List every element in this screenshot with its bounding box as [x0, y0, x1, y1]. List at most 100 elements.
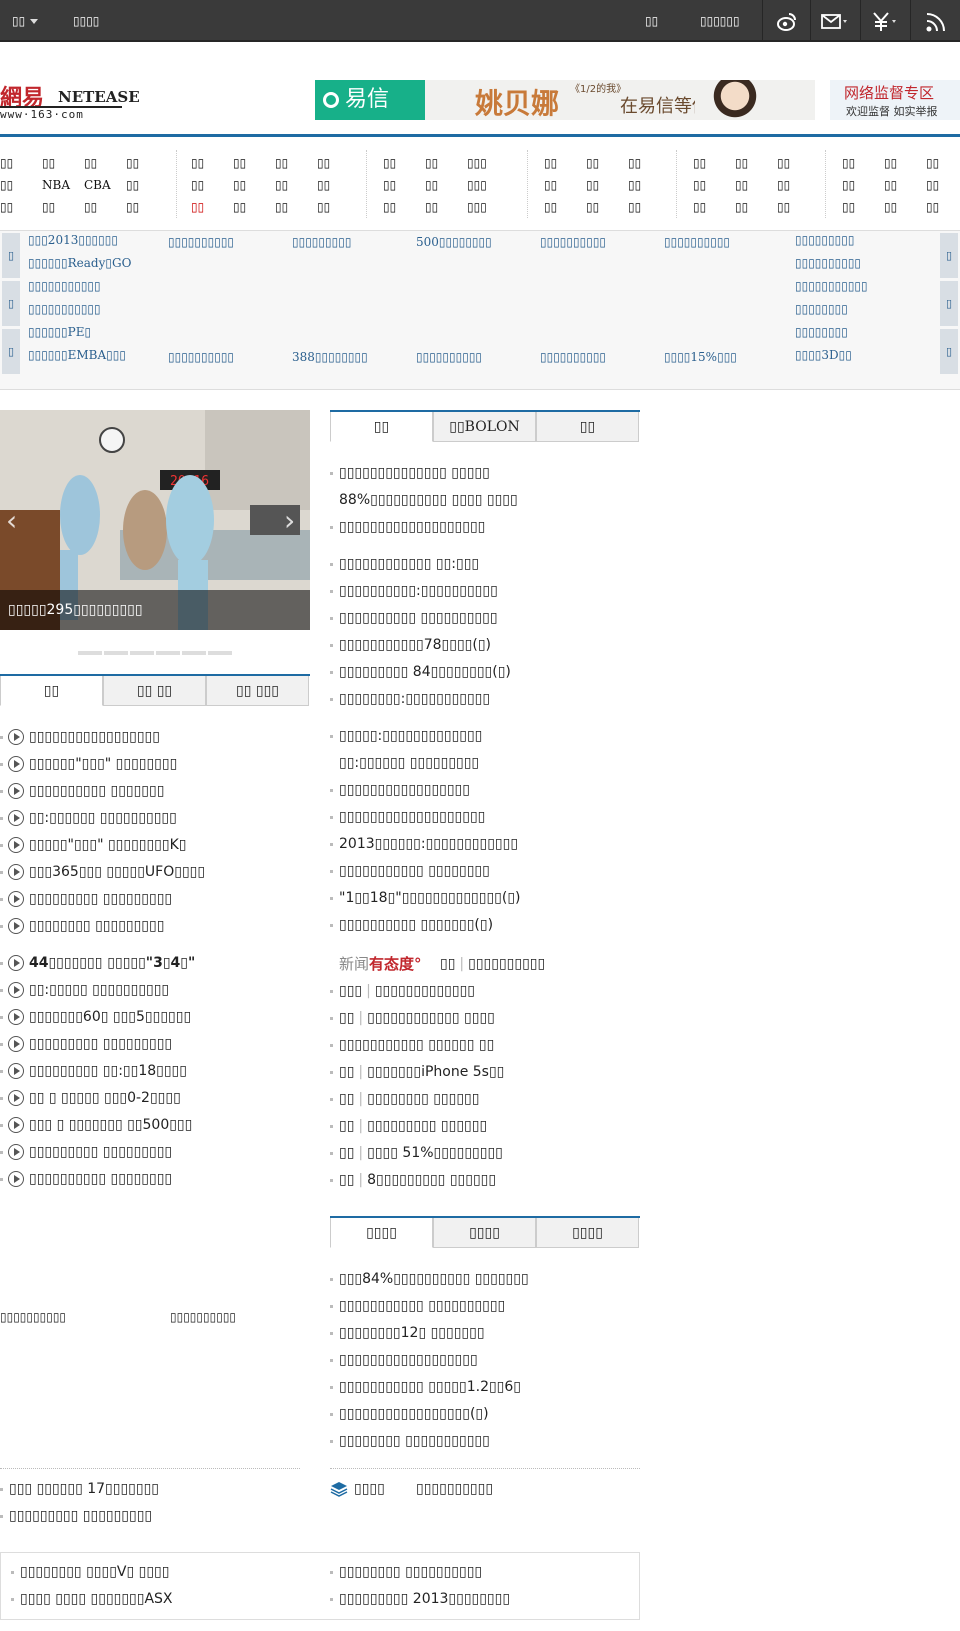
nav-link[interactable]: ▯▯	[383, 196, 425, 218]
promo-link[interactable]: 500▯▯▯▯▯▯▯▯	[416, 235, 492, 249]
promo-link[interactable]: ▯▯▯▯▯▯EMBA▯▯▯	[28, 348, 126, 362]
promo-tab[interactable]: ▯	[2, 233, 20, 278]
mail-icon[interactable]	[810, 0, 860, 42]
nav-link[interactable]: ▯▯	[628, 174, 670, 196]
promo-link[interactable]: ▯▯▯▯▯▯▯▯▯▯▯	[28, 279, 101, 293]
nav-link[interactable]: ▯▯	[84, 152, 126, 174]
list-item[interactable]: ▯▯▯▯▯▯▯▯▯ ▯▯▯▯▯▯▯▯▯	[0, 1503, 310, 1530]
list-item[interactable]: ▯▯ ▯ ▯▯▯▯▯ ▯▯▯0-2▯▯▯▯	[0, 1085, 310, 1112]
list-item[interactable]: ▯▯ | ▯▯▯▯▯▯▯iPhone 5s▯▯	[330, 1059, 640, 1086]
nav-link[interactable]: ▯▯▯	[467, 152, 509, 174]
list-item[interactable]: ▯▯▯▯▯▯▯▯▯▯▯▯▯▯▯▯▯(▯)	[330, 1401, 640, 1428]
nav-link[interactable]: ▯▯	[383, 174, 425, 196]
nav-link[interactable]: ▯▯	[735, 196, 777, 218]
netease-logo[interactable]: 網易 NETEASE www·163·com	[0, 80, 140, 124]
nav-link[interactable]: NBA	[42, 174, 84, 196]
nav-link[interactable]: ▯▯	[544, 196, 586, 218]
list-item[interactable]: ▯▯▯▯▯▯▯▯▯▯▯78▯▯▯▯(▯)	[330, 632, 640, 659]
nav-link[interactable]: ▯▯	[275, 152, 317, 174]
list-item[interactable]: ▯▯ | ▯▯▯▯▯▯▯▯▯ ▯▯▯▯▯▯	[330, 1113, 640, 1140]
list-item[interactable]: ▯▯▯▯▯▯▯▯▯▯:▯▯▯▯▯▯▯▯▯▯	[330, 578, 640, 605]
nav-link[interactable]: ▯▯	[233, 174, 275, 196]
nav-link[interactable]: ▯▯	[777, 152, 819, 174]
list-item[interactable]: ▯▯▯▯▯▯▯▯▯▯ ▯▯▯▯▯▯▯	[0, 778, 310, 805]
list-item[interactable]: ▯▯▯▯▯▯"▯▯▯" ▯▯▯▯▯▯▯▯	[0, 751, 310, 778]
list-item[interactable]: ▯▯▯▯▯▯▯▯▯▯▯▯ ▯▯:▯▯▯	[330, 551, 640, 578]
list-item[interactable]: ▯▯ | 8▯▯▯▯▯▯▯▯▯ ▯▯▯▯▯▯	[330, 1167, 640, 1194]
rss-icon[interactable]	[910, 0, 960, 42]
list-item[interactable]: ▯▯▯▯▯"▯▯▯" ▯▯▯▯▯▯▯▯K▯	[0, 832, 310, 859]
nav-link[interactable]: ▯▯	[884, 174, 926, 196]
tab-other[interactable]: ▯▯	[536, 412, 639, 442]
slider-dot[interactable]	[104, 651, 128, 655]
nav-link[interactable]: ▯▯	[425, 152, 467, 174]
nav-link[interactable]: ▯▯	[425, 196, 467, 218]
nav-link[interactable]: ▯▯	[842, 152, 884, 174]
nav-menu-dropdown[interactable]: ▯▯	[12, 0, 39, 42]
nav-link[interactable]: ▯▯	[926, 152, 946, 174]
list-item[interactable]: ▯▯▯ | ▯▯▯▯▯▯▯▯▯▯▯▯▯	[330, 978, 640, 1005]
nav-link[interactable]: ▯▯	[628, 196, 670, 218]
login-link[interactable]: ▯▯	[645, 0, 658, 42]
list-item[interactable]: 2013▯▯▯▯▯▯:▯▯▯▯▯▯▯▯▯▯▯▯	[330, 831, 640, 858]
list-item[interactable]: ▯▯▯▯▯▯▯▯ ▯▯▯▯▯▯▯▯▯	[0, 913, 310, 940]
list-item[interactable]: ▯▯▯▯▯▯▯▯ ▯▯▯▯▯▯▯▯▯▯▯	[330, 1428, 640, 1455]
promo-tab[interactable]: ▯	[940, 329, 958, 374]
list-item[interactable]: ▯▯▯▯▯▯▯▯▯▯ ▯▯▯▯▯▯▯▯▯▯	[330, 605, 640, 632]
list-item[interactable]: ▯▯▯▯▯▯▯▯▯▯▯ ▯▯▯▯▯1.2▯▯6▯	[330, 1374, 640, 1401]
list-item[interactable]: ▯▯▯▯▯▯▯▯ ▯▯▯▯V▯ ▯▯▯▯	[11, 1559, 311, 1586]
list-item[interactable]: ▯▯▯▯▯▯▯60▯ ▯▯▯5▯▯▯▯▯▯	[0, 1004, 310, 1031]
promo-link[interactable]: ▯▯▯2013▯▯▯▯▯▯	[28, 233, 118, 247]
list-item[interactable]: ▯▯▯365▯▯▯ ▯▯▯▯▯UFO▯▯▯▯	[0, 859, 310, 886]
nav-link[interactable]: ▯▯	[383, 152, 425, 174]
list-item[interactable]: ▯▯▯▯▯▯▯▯▯ ▯▯▯▯▯▯▯▯▯	[0, 1031, 310, 1058]
promo-link[interactable]: ▯▯▯▯▯▯▯▯▯	[292, 235, 351, 249]
promo-link[interactable]: ▯▯▯▯▯▯▯▯▯	[795, 233, 854, 247]
nav-link[interactable]: ▯▯	[84, 196, 126, 218]
tab-finance-3[interactable]: ▯▯▯▯	[536, 1218, 639, 1248]
promo-link[interactable]: ▯▯▯▯▯▯▯▯▯▯	[416, 350, 482, 364]
weibo-icon[interactable]	[762, 0, 810, 42]
nav-link[interactable]: ▯▯	[0, 196, 42, 218]
list-item[interactable]: ▯▯▯▯▯:▯▯▯▯▯▯▯▯▯▯▯▯▯	[330, 723, 640, 750]
list-item[interactable]: ▯▯ | ▯▯▯▯▯▯▯▯▯▯▯▯ ▯▯▯▯	[330, 1005, 640, 1032]
list-item[interactable]: ▯▯▯▯▯▯▯▯▯▯▯▯▯▯▯▯▯▯▯	[330, 804, 640, 831]
list-item[interactable]: 44▯▯▯▯▯▯▯ ▯▯▯▯▯"3▯4▯"	[0, 950, 310, 977]
nav-link[interactable]: ▯▯	[275, 196, 317, 218]
nav-link[interactable]: ▯▯	[586, 196, 628, 218]
nav-link[interactable]: ▯▯	[693, 196, 735, 218]
nav-link[interactable]: ▯▯	[42, 196, 84, 218]
tab-news[interactable]: ▯▯	[330, 412, 433, 442]
report-area[interactable]: 网络监督专区 欢迎监督 如实举报	[830, 80, 960, 120]
promo-link[interactable]: ▯▯▯▯▯▯▯▯▯▯	[168, 350, 234, 364]
list-item[interactable]: ▯▯▯▯▯▯▯▯:▯▯▯▯▯▯▯▯▯▯▯	[330, 686, 640, 713]
nav-link[interactable]: ▯▯	[586, 174, 628, 196]
list-item[interactable]: ▯▯▯▯▯▯▯▯▯▯▯ ▯▯▯▯▯▯ ▯▯	[330, 1032, 640, 1059]
list-item[interactable]: ▯▯▯▯ ▯▯▯▯▯▯▯▯▯▯	[330, 1476, 640, 1503]
nav-link[interactable]: ▯▯	[233, 152, 275, 174]
slider-dot[interactable]	[156, 651, 180, 655]
nav-link[interactable]: ▯▯	[317, 196, 359, 218]
nav-link[interactable]: ▯▯	[926, 174, 946, 196]
tab-video-2[interactable]: ▯▯ ▯▯	[103, 676, 206, 706]
tab-video-3[interactable]: ▯▯ ▯▯▯	[206, 676, 309, 706]
nav-link[interactable]: ▯▯	[126, 174, 168, 196]
nav-link[interactable]: ▯▯	[42, 152, 84, 174]
nav-link[interactable]: ▯▯	[317, 174, 359, 196]
nav-link[interactable]: ▯▯	[777, 196, 819, 218]
nav-link[interactable]: ▯▯	[544, 174, 586, 196]
list-item[interactable]: ▯▯▯ ▯▯▯▯▯▯ 17▯▯▯▯▯▯▯	[0, 1476, 310, 1503]
promo-link[interactable]: ▯▯▯▯3D▯▯	[795, 348, 852, 362]
slider-dot[interactable]	[78, 651, 102, 655]
list-item[interactable]: ▯▯▯▯▯▯▯▯▯▯▯▯▯▯▯▯▯▯	[330, 1347, 640, 1374]
tab-finance[interactable]: ▯▯▯▯	[330, 1218, 433, 1248]
attitude-header[interactable]: 新闻有态度° ▯▯ | ▯▯▯▯▯▯▯▯▯▯	[330, 951, 640, 978]
nav-link[interactable]: ▯▯	[275, 174, 317, 196]
nav-link[interactable]: ▯▯	[693, 152, 735, 174]
slider-dot[interactable]	[130, 651, 154, 655]
slider-prev-icon[interactable]: ‹	[6, 506, 26, 536]
nav-link[interactable]: ▯▯	[544, 152, 586, 174]
nav-link[interactable]: ▯▯	[884, 196, 926, 218]
nav-link[interactable]: ▯▯	[191, 152, 233, 174]
nav-link[interactable]: ▯▯	[586, 152, 628, 174]
